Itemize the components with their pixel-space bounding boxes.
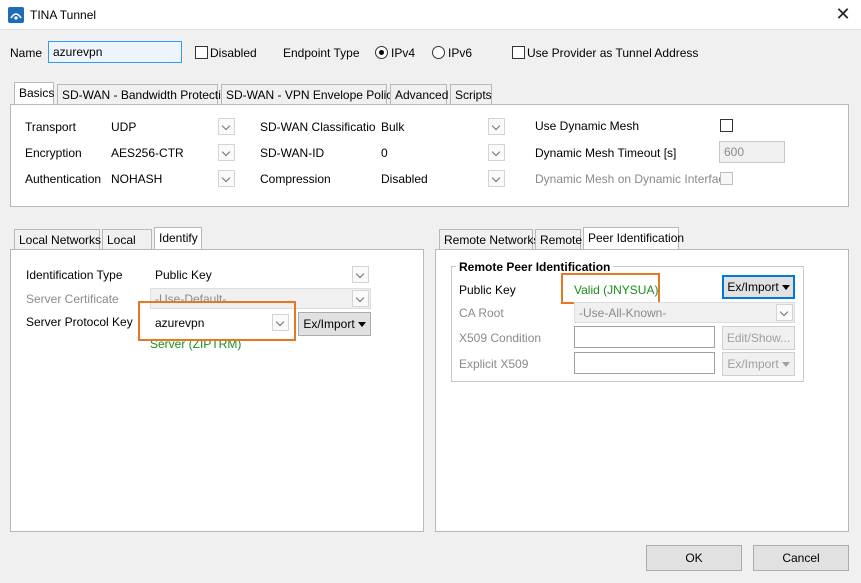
dynamic-mesh-checkbox[interactable] — [720, 119, 733, 132]
ca-root-label: CA Root — [459, 306, 504, 320]
tab-scripts[interactable]: Scripts — [450, 84, 492, 104]
tab-local-networks[interactable]: Local Networks — [14, 229, 101, 249]
right-tab-bar: Remote Networks Remote Peer Identificati… — [439, 227, 849, 249]
compression-label: Compression — [260, 172, 331, 186]
sdwan-id-value: 0 — [381, 146, 388, 160]
id-type-label: Identification Type — [26, 268, 123, 282]
ipv6-label: IPv6 — [448, 46, 473, 60]
id-type-select[interactable]: Public Key — [150, 264, 371, 285]
authentication-value: NOHASH — [111, 172, 163, 186]
disabled-checkbox[interactable] — [195, 46, 208, 59]
chevron-down-icon — [218, 118, 235, 135]
transport-select[interactable]: UDP — [106, 116, 237, 137]
encryption-value: AES256-CTR — [111, 146, 184, 160]
chevron-down-icon — [488, 170, 505, 187]
tab-basics[interactable]: Basics — [14, 82, 54, 104]
chevron-down-icon — [218, 144, 235, 161]
remote-peer-group-title: Remote Peer Identification — [456, 260, 614, 274]
chevron-down-icon — [488, 144, 505, 161]
cancel-button[interactable]: Cancel — [753, 545, 849, 571]
tab-remote[interactable]: Remote — [535, 229, 582, 249]
tab-advanced[interactable]: Advanced — [390, 84, 448, 104]
tab-identify[interactable]: Identify — [154, 227, 202, 249]
authentication-select[interactable]: NOHASH — [106, 168, 237, 189]
use-provider-label: Use Provider as Tunnel Address — [527, 46, 699, 60]
id-type-value: Public Key — [155, 268, 212, 282]
left-tab-bar: Local Networks Local Identify — [14, 227, 424, 249]
use-provider-checkbox[interactable] — [512, 46, 525, 59]
dropdown-arrow-icon — [357, 322, 366, 328]
peer-ex-import-button[interactable]: Ex/Import — [722, 275, 795, 299]
sdwan-id-select[interactable]: 0 — [376, 142, 507, 163]
chevron-down-icon — [352, 290, 369, 307]
window-title: TINA Tunnel — [30, 8, 97, 22]
dynamic-mesh-timeout-label: Dynamic Mesh Timeout [s] — [535, 146, 677, 160]
name-input[interactable]: azurevpn — [48, 41, 182, 63]
dynamic-mesh-label: Use Dynamic Mesh — [535, 119, 640, 133]
ipv6-radio[interactable] — [432, 46, 445, 59]
dynamic-mesh-iface-checkbox[interactable] — [720, 172, 733, 185]
endpoint-type-label: Endpoint Type — [283, 46, 360, 60]
chevron-down-icon — [352, 266, 369, 283]
dropdown-arrow-icon — [781, 285, 790, 291]
explicit-x509-label: Explicit X509 — [459, 357, 529, 371]
x509-condition-input[interactable] — [574, 326, 715, 348]
authentication-label: Authentication — [25, 172, 102, 186]
disabled-label: Disabled — [210, 46, 257, 60]
tab-local[interactable]: Local — [102, 229, 152, 249]
title-bar: TINA Tunnel ✕ — [0, 0, 861, 30]
server-cert-label: Server Certificate — [26, 292, 119, 306]
dynamic-mesh-timeout-input[interactable]: 600 — [719, 141, 785, 163]
explicit-ex-import-button[interactable]: Ex/Import — [722, 352, 795, 376]
dynamic-mesh-iface-label: Dynamic Mesh on Dynamic Interface — [535, 172, 732, 186]
public-key-label: Public Key — [459, 283, 516, 297]
tab-remote-networks[interactable]: Remote Networks — [439, 229, 539, 249]
explicit-ex-import-label: Ex/Import — [727, 357, 779, 371]
encryption-select[interactable]: AES256-CTR — [106, 142, 237, 163]
sdwan-class-select[interactable]: Bulk — [376, 116, 507, 137]
x509-condition-label: X509 Condition — [459, 331, 542, 345]
edit-show-button[interactable]: Edit/Show... — [722, 326, 795, 350]
sdwan-class-value: Bulk — [381, 120, 405, 134]
ex-import-button[interactable]: Ex/Import — [298, 312, 371, 336]
main-tab-bar: Basics SD-WAN - Bandwidth Protection SD-… — [14, 82, 854, 104]
close-icon[interactable]: ✕ — [832, 3, 854, 25]
highlight-server-protocol-key — [138, 301, 296, 341]
transport-label: Transport — [25, 120, 76, 134]
compression-value: Disabled — [381, 172, 428, 186]
ex-import-label: Ex/Import — [303, 317, 355, 331]
ok-button[interactable]: OK — [646, 545, 742, 571]
tab-sdwan-envelope[interactable]: SD-WAN - VPN Envelope Policy — [221, 84, 398, 104]
explicit-x509-input[interactable] — [574, 352, 715, 374]
encryption-label: Encryption — [25, 146, 82, 160]
server-protocol-key-label: Server Protocol Key — [26, 315, 133, 329]
ipv4-radio[interactable] — [375, 46, 388, 59]
sdwan-id-label: SD-WAN-ID — [260, 146, 325, 160]
dropdown-arrow-icon — [781, 362, 790, 368]
compression-select[interactable]: Disabled — [376, 168, 507, 189]
highlight-public-key — [561, 273, 660, 304]
peer-ex-import-label: Ex/Import — [727, 280, 779, 294]
ipv4-label: IPv4 — [391, 46, 416, 60]
chevron-down-icon — [488, 118, 505, 135]
name-label: Name — [10, 46, 43, 60]
ca-root-select[interactable]: -Use-All-Known- — [574, 302, 795, 323]
chevron-down-icon — [776, 304, 793, 321]
transport-value: UDP — [111, 120, 137, 134]
chevron-down-icon — [218, 170, 235, 187]
tab-sdwan-bandwidth[interactable]: SD-WAN - Bandwidth Protection — [57, 84, 234, 104]
ca-root-value: -Use-All-Known- — [579, 306, 667, 320]
tab-peer-identification[interactable]: Peer Identification — [583, 227, 684, 249]
tina-app-icon — [8, 7, 24, 23]
sdwan-class-label: SD-WAN Classification — [260, 120, 383, 134]
